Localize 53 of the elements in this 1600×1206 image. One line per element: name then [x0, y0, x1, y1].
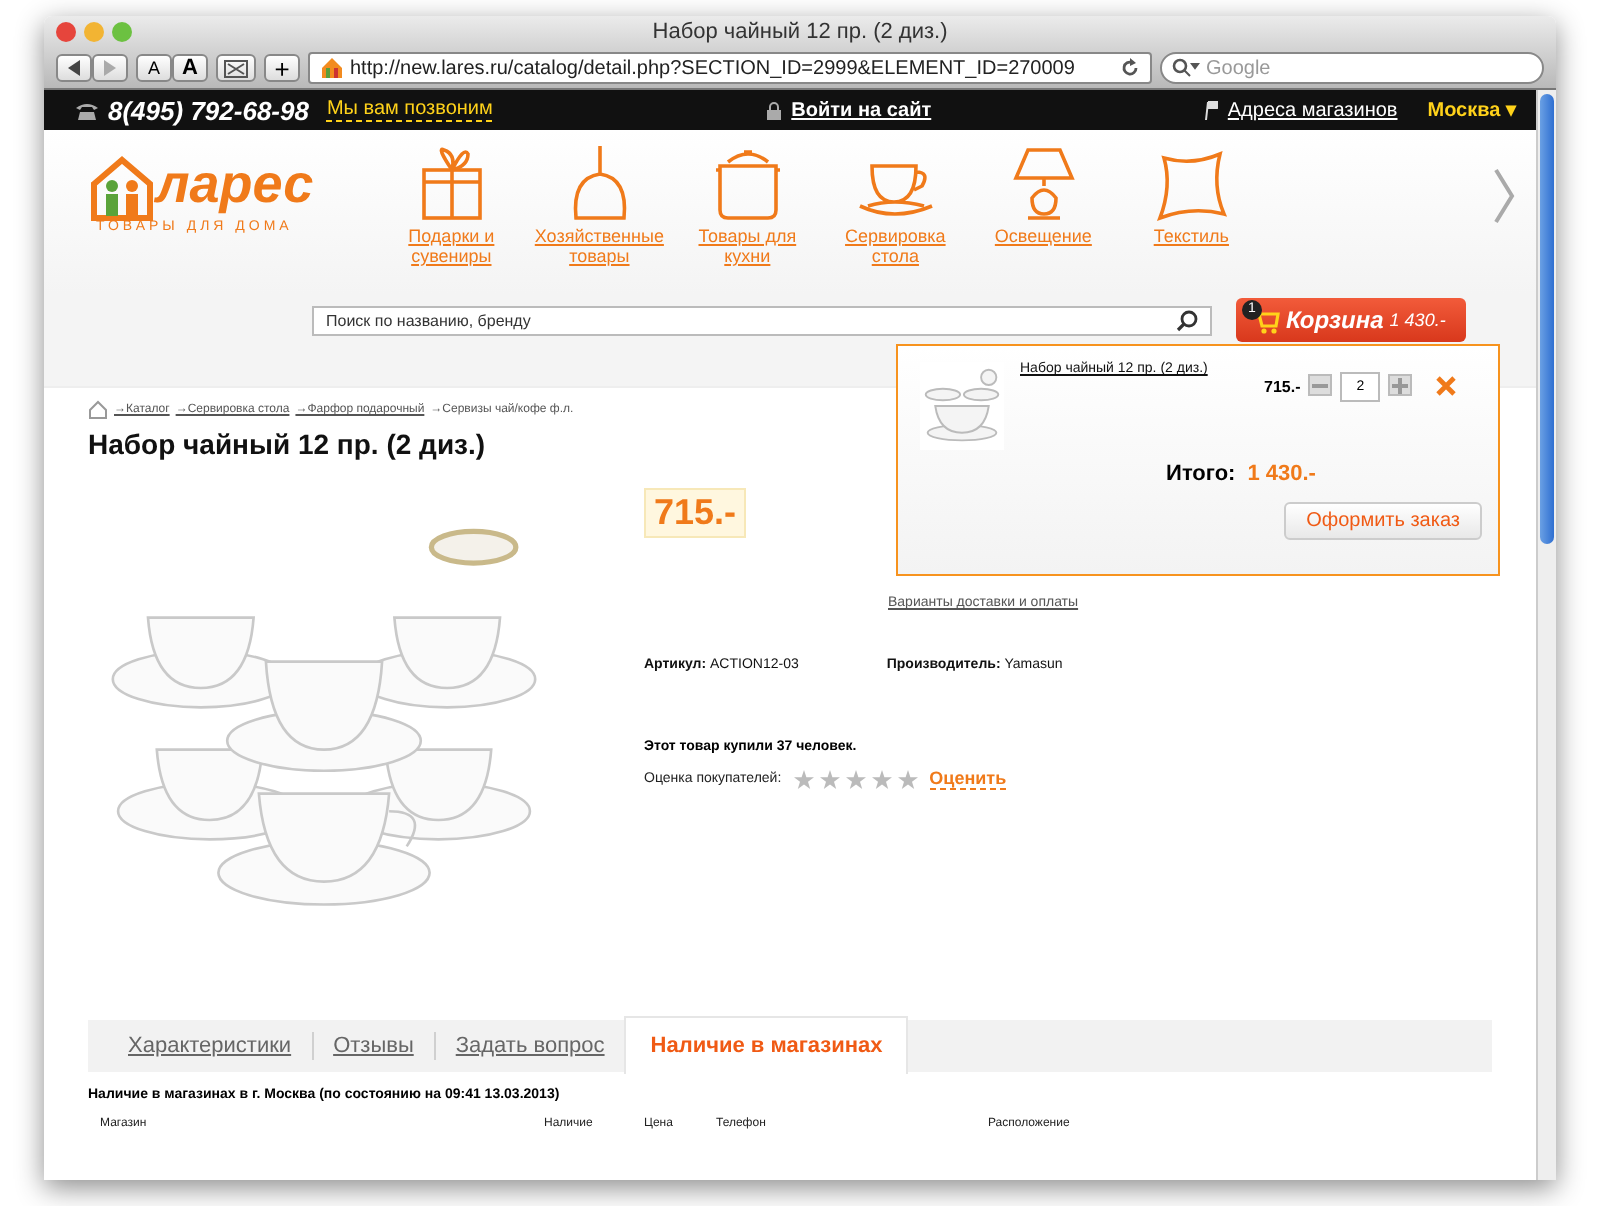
url-text: http://new.lares.ru/catalog/detail.php?SECTION_ID=2999&ELEMENT_ID=270009 — [350, 57, 1077, 79]
decrease-button[interactable] — [1308, 374, 1333, 396]
back-arrow-icon — [66, 60, 82, 76]
text-smaller-button[interactable]: A — [136, 54, 172, 82]
home-icon[interactable] — [88, 400, 108, 420]
plus-icon — [1392, 377, 1409, 393]
star-icon[interactable] — [897, 769, 918, 789]
logo-house-icon — [88, 154, 156, 222]
city-selector[interactable]: Москва ▾ — [1427, 98, 1516, 122]
phone-number: 8(495) 792-68-98 — [108, 95, 309, 125]
scrollbar-thumb[interactable] — [1540, 94, 1554, 544]
price-tag: 715.- — [644, 488, 747, 538]
snippet-button[interactable] — [216, 54, 256, 82]
text-larger-button[interactable]: A — [172, 54, 208, 82]
window-title: Набор чайный 12 пр. (2 диз.) — [652, 20, 948, 44]
cart-icon — [1252, 307, 1280, 333]
minimize-button[interactable] — [84, 22, 104, 42]
site-house-icon — [320, 56, 344, 80]
product-thumbnail — [920, 362, 1004, 450]
search-placeholder: Google — [1206, 57, 1271, 79]
star-icon[interactable] — [845, 769, 866, 789]
product-title: Набор чайный 12 пр. (2 диз.) — [88, 428, 486, 460]
address-field[interactable]: http://new.lares.ru/catalog/detail.php?SECTION_ID=2999&ELEMENT_ID=270009 — [308, 52, 1152, 84]
search-icon — [1172, 58, 1200, 78]
back-button[interactable] — [56, 54, 92, 82]
search-field[interactable]: Поиск по названию, бренду — [312, 305, 1212, 335]
zoom-button[interactable] — [112, 22, 132, 42]
close-button[interactable] — [56, 22, 76, 42]
lock-icon — [765, 101, 782, 119]
phone-icon — [76, 101, 98, 119]
cart-item-price: 715.- — [1264, 378, 1301, 396]
callback-link[interactable]: Мы вам позвоним — [326, 98, 493, 122]
star-icon[interactable] — [793, 769, 814, 789]
increase-button[interactable] — [1388, 374, 1413, 396]
add-bookmark-button[interactable]: + — [264, 54, 300, 82]
search-placeholder: Поиск по названию, бренду — [326, 311, 531, 329]
tab[interactable]: Характеристики — [108, 1034, 312, 1058]
search-icon — [1176, 309, 1198, 331]
store-addresses-link[interactable]: Адреса магазинов — [1227, 99, 1398, 121]
tab[interactable]: Отзывы — [313, 1034, 434, 1058]
tab[interactable]: Задать вопрос — [435, 1034, 625, 1058]
reload-icon — [1120, 58, 1140, 78]
next-chevron-icon[interactable] — [1492, 166, 1516, 226]
star-icon[interactable] — [819, 769, 840, 789]
star-icon[interactable] — [871, 769, 892, 789]
flag-icon — [1203, 100, 1218, 120]
remove-icon[interactable] — [1436, 376, 1457, 396]
logo-wordmark: ларес — [156, 154, 314, 214]
minus-icon — [1312, 383, 1329, 387]
total-label: Итого: — [1166, 462, 1236, 486]
login-link[interactable]: Войти на сайт — [791, 99, 932, 121]
forward-arrow-icon — [102, 60, 118, 76]
total-amount: 1 430.- — [1247, 462, 1316, 486]
